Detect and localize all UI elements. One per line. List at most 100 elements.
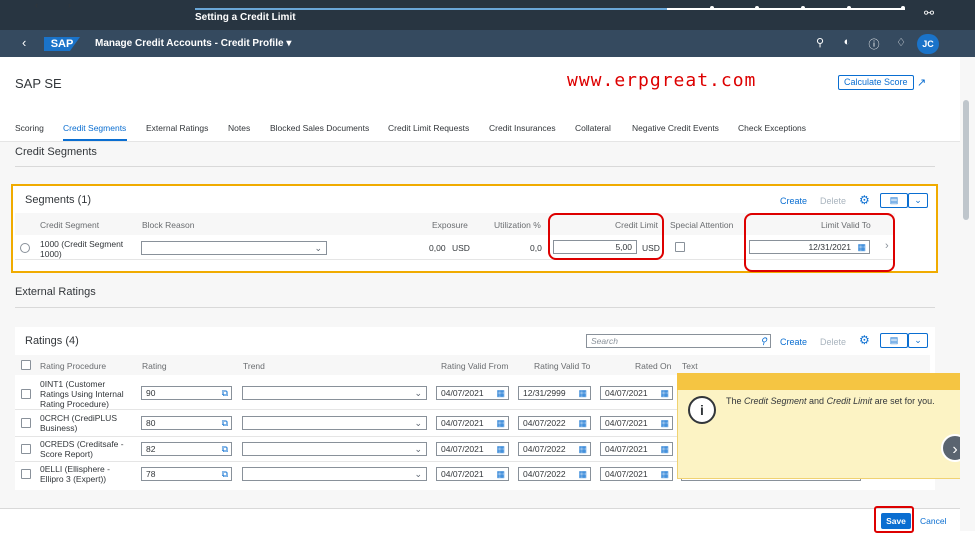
tab-external-ratings[interactable]: External Ratings <box>146 123 208 133</box>
procedure-line: 0ELLI (Ellisphere - <box>40 464 110 474</box>
settings-icon[interactable]: ⚙ <box>859 193 870 207</box>
tab-check-exceptions[interactable]: Check Exceptions <box>738 123 806 133</box>
back-icon[interactable]: ‹ <box>35 0 38 10</box>
rated-on-input[interactable]: 04/07/2021 ▦ <box>600 442 673 456</box>
tour-tooltip-text: The Credit Segment and Credit Limit are … <box>726 395 966 407</box>
valid-to-input[interactable]: 04/07/2022 ▦ <box>518 416 591 430</box>
row-checkbox[interactable] <box>21 389 31 399</box>
tab-credit-limit-requests[interactable]: Credit Limit Requests <box>388 123 469 133</box>
calendar-icon[interactable]: ▦ <box>496 443 505 455</box>
avatar[interactable]: JC <box>917 34 939 54</box>
valid-from-input[interactable]: 04/07/2021 ▦ <box>436 467 509 481</box>
calendar-icon[interactable]: ▦ <box>578 387 587 399</box>
exposure-currency: USD <box>452 243 470 253</box>
row-select-radio[interactable] <box>20 243 30 253</box>
rating-input[interactable]: 90 ⧉ <box>141 386 232 400</box>
valid-from-input[interactable]: 04/07/2021 ▦ <box>436 416 509 430</box>
row-checkbox[interactable] <box>21 444 31 454</box>
trend-select[interactable]: ⌄ <box>242 416 427 430</box>
export-menu-button[interactable]: ▤ <box>880 333 908 348</box>
tab-collateral[interactable]: Collateral <box>575 123 611 133</box>
info-icon: i <box>688 396 716 424</box>
column-header: Trend <box>243 361 265 371</box>
select-all-checkbox[interactable] <box>21 360 31 370</box>
calendar-icon[interactable]: ▦ <box>496 468 505 480</box>
search-icon[interactable]: ⚲ <box>813 36 827 49</box>
column-header: Rated On <box>635 361 672 371</box>
scrollbar-thumb[interactable] <box>963 100 969 220</box>
back-nav-icon[interactable]: ‹ <box>22 35 26 50</box>
watermark: www.erpgreat.com <box>567 70 757 91</box>
valid-from-input[interactable]: 04/07/2021 ▦ <box>436 386 509 400</box>
calendar-icon[interactable]: ▦ <box>660 417 669 429</box>
calculate-score-button[interactable]: Calculate Score <box>838 75 914 90</box>
cancel-button[interactable]: Cancel <box>920 516 946 526</box>
rating-input[interactable]: 78 ⧉ <box>141 467 232 481</box>
delete-segment-button[interactable]: Delete <box>820 196 846 206</box>
value-help-icon[interactable]: ⧉ <box>222 387 228 399</box>
trend-select[interactable]: ⌄ <box>242 467 427 481</box>
calendar-icon[interactable]: ▦ <box>660 468 669 480</box>
chevron-down-icon[interactable]: ⌄ <box>908 333 928 348</box>
rating-input[interactable]: 80 ⧉ <box>141 416 232 430</box>
tour-bar <box>0 0 975 30</box>
create-rating-button[interactable]: Create <box>780 337 807 347</box>
row-checkbox[interactable] <box>21 469 31 479</box>
trend-select[interactable]: ⌄ <box>242 386 427 400</box>
rating-input[interactable]: 82 ⧉ <box>141 442 232 456</box>
search-placeholder: Search <box>591 336 618 346</box>
tab-negative-credit-events[interactable]: Negative Credit Events <box>632 123 719 133</box>
trend-select[interactable]: ⌄ <box>242 442 427 456</box>
ratings-search-input[interactable]: Search ⚲ <box>586 334 771 348</box>
valid-from-input[interactable]: 04/07/2021 ▦ <box>436 442 509 456</box>
rated-on-input[interactable]: 04/07/2021 ▦ <box>600 416 673 430</box>
column-header: Rating Procedure <box>40 361 107 371</box>
value-help-icon[interactable]: ⧉ <box>222 417 228 429</box>
valid-to-input[interactable]: 04/07/2022 ▦ <box>518 442 591 456</box>
search-icon[interactable]: ⚲ <box>760 335 767 347</box>
export-icon[interactable]: ↗ <box>917 76 926 89</box>
app-title[interactable]: Manage Credit Accounts - Credit Profile … <box>95 38 291 49</box>
tab-blocked-sales-documents[interactable]: Blocked Sales Documents <box>270 123 369 133</box>
chevron-down-icon[interactable]: ⌄ <box>908 193 928 208</box>
tab-scoring[interactable]: Scoring <box>15 123 44 133</box>
calendar-icon[interactable]: ▦ <box>578 417 587 429</box>
help-icon[interactable]: ⓘ <box>867 36 881 52</box>
copilot-icon[interactable]: ◐ <box>840 36 854 48</box>
tour-progress <box>195 6 905 10</box>
rated-on-value: 04/07/2021 <box>605 418 648 428</box>
calendar-icon[interactable]: ▦ <box>578 443 587 455</box>
calendar-icon[interactable]: ▦ <box>578 468 587 480</box>
tab-credit-segments[interactable]: Credit Segments <box>63 123 126 133</box>
create-segment-button[interactable]: Create <box>780 196 807 206</box>
value-help-icon[interactable]: ⧉ <box>222 468 228 480</box>
rated-on-value: 04/07/2021 <box>605 388 648 398</box>
calendar-icon[interactable]: ▦ <box>660 443 669 455</box>
row-checkbox[interactable] <box>21 418 31 428</box>
valid-to-value: 04/07/2022 <box>523 418 566 428</box>
share-icon[interactable]: ⚯ <box>924 6 934 20</box>
delete-rating-button[interactable]: Delete <box>820 337 846 347</box>
progress-step <box>847 6 851 10</box>
bell-icon[interactable]: ♢ <box>894 36 908 49</box>
tooltip-text-part: are set for you. <box>872 396 935 406</box>
active-tab-indicator <box>63 139 127 141</box>
calendar-icon[interactable]: ▦ <box>660 387 669 399</box>
special-attention-checkbox[interactable] <box>675 242 685 252</box>
tab-notes[interactable]: Notes <box>228 123 250 133</box>
progress-step <box>901 6 905 10</box>
valid-to-input[interactable]: 04/07/2022 ▦ <box>518 467 591 481</box>
progress-step <box>710 6 714 10</box>
value-help-icon[interactable]: ⧉ <box>222 443 228 455</box>
rated-on-input[interactable]: 04/07/2021 ▦ <box>600 386 673 400</box>
chevron-down-icon: ⌄ <box>414 418 422 428</box>
settings-icon[interactable]: ⚙ <box>859 333 870 347</box>
valid-to-input[interactable]: 12/31/2999 ▦ <box>518 386 591 400</box>
calendar-icon[interactable]: ▦ <box>496 387 505 399</box>
block-reason-select[interactable]: ⌄ <box>141 241 327 255</box>
forward-icon[interactable]: › <box>68 0 71 10</box>
calendar-icon[interactable]: ▦ <box>496 417 505 429</box>
rated-on-input[interactable]: 04/07/2021 ▦ <box>600 467 673 481</box>
export-menu-button[interactable]: ▤ <box>880 193 908 208</box>
tab-credit-insurances[interactable]: Credit Insurances <box>489 123 556 133</box>
